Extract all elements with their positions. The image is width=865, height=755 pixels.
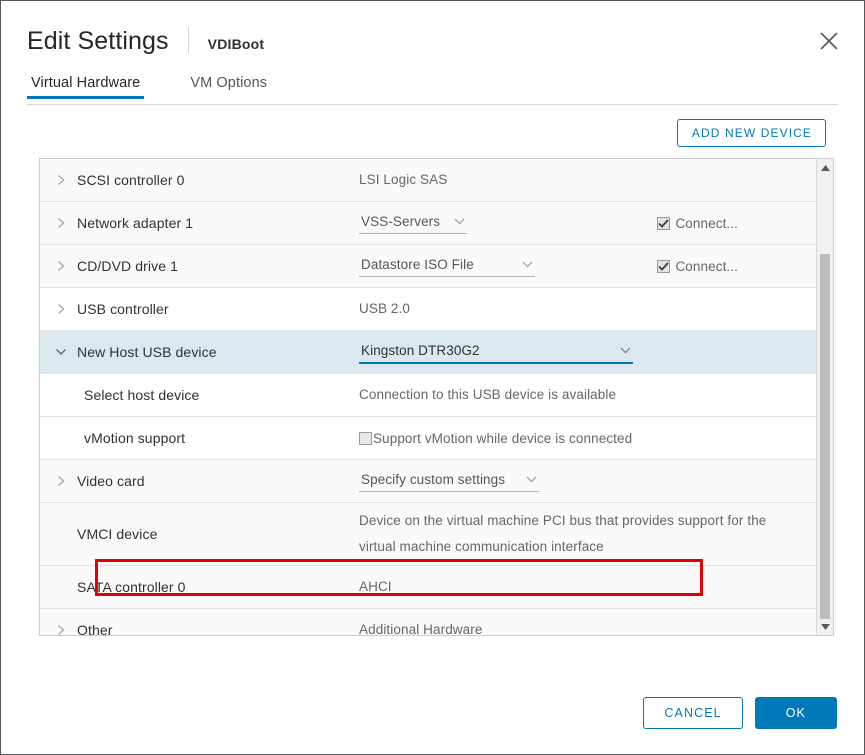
table-row[interactable]: CD/DVD drive 1 Datastore ISO File Connec… xyxy=(40,245,816,288)
page-title: Edit Settings xyxy=(27,27,169,56)
row-value-cell: Additional Hardware xyxy=(359,609,816,636)
device-value: LSI Logic SAS xyxy=(359,167,447,193)
row-value-cell: Datastore ISO File Connect... xyxy=(359,245,816,287)
row-label-cell: Other xyxy=(40,609,359,636)
vmotion-support-checkbox-label: Support vMotion while device is connecte… xyxy=(373,431,632,446)
scroll-down-icon[interactable] xyxy=(817,618,833,635)
device-label: VMCI device xyxy=(69,526,157,542)
host-device-status: Connection to this USB device is availab… xyxy=(359,382,616,408)
table-row[interactable]: USB controller USB 2.0 xyxy=(40,288,816,331)
row-label-cell: VMCI device xyxy=(40,503,359,565)
device-label: SCSI controller 0 xyxy=(69,172,185,188)
device-list: SCSI controller 0 LSI Logic SAS Network … xyxy=(39,158,834,636)
row-value-cell: AHCI xyxy=(359,566,816,608)
chevron-down-icon xyxy=(454,218,465,225)
vmci-description: Device on the virtual machine PCI bus th… xyxy=(359,508,789,560)
chevron-right-icon[interactable] xyxy=(53,260,69,272)
chevron-down-icon[interactable] xyxy=(53,348,69,356)
close-icon[interactable] xyxy=(816,28,842,54)
chevron-down-icon xyxy=(522,261,533,268)
host-usb-device-select-value: Kingston DTR30G2 xyxy=(361,343,480,358)
table-row: SATA controller 0 AHCI xyxy=(40,566,816,609)
network-adapter-select[interactable]: VSS-Servers xyxy=(359,212,467,234)
tab-vm-options[interactable]: VM Options xyxy=(186,75,271,99)
video-card-select-value: Specify custom settings xyxy=(361,472,505,487)
device-label: USB controller xyxy=(69,301,169,317)
chevron-right-icon[interactable] xyxy=(53,475,69,487)
connect-checkbox-cell: Connect... xyxy=(657,216,806,231)
row-label-cell: Video card xyxy=(40,460,359,502)
host-usb-device-select[interactable]: Kingston DTR30G2 xyxy=(359,341,633,364)
row-value-cell: Kingston DTR30G2 xyxy=(359,331,816,373)
chevron-right-icon[interactable] xyxy=(53,174,69,186)
table-row[interactable]: Network adapter 1 VSS-Servers Connect... xyxy=(40,202,816,245)
row-label-cell: Select host device xyxy=(40,374,359,416)
row-value-cell: USB 2.0 xyxy=(359,288,816,330)
vm-name: VDIBoot xyxy=(208,36,265,52)
add-new-device-button[interactable]: ADD NEW DEVICE xyxy=(677,119,826,147)
row-label-cell: SATA controller 0 xyxy=(40,566,359,608)
table-row-new-host-usb-device[interactable]: New Host USB device Kingston DTR30G2 xyxy=(40,331,816,374)
cancel-button[interactable]: CANCEL xyxy=(643,697,742,730)
device-label: Video card xyxy=(69,473,145,489)
connect-checkbox[interactable] xyxy=(657,217,670,230)
row-value-cell: Support vMotion while device is connecte… xyxy=(359,417,816,459)
table-row[interactable]: SCSI controller 0 LSI Logic SAS xyxy=(40,159,816,202)
row-value-cell: Connection to this USB device is availab… xyxy=(359,374,816,416)
tab-bar: Virtual Hardware VM Options xyxy=(27,75,838,105)
device-label: Other xyxy=(69,622,113,636)
connect-checkbox-cell: Connect... xyxy=(657,259,806,274)
toolbar: ADD NEW DEVICE xyxy=(1,105,864,158)
device-value: AHCI xyxy=(359,574,392,600)
video-card-select[interactable]: Specify custom settings xyxy=(359,470,539,492)
cddvd-source-select-value: Datastore ISO File xyxy=(361,257,474,272)
row-label-cell: vMotion support xyxy=(40,417,359,459)
table-row[interactable]: Other Additional Hardware xyxy=(40,609,816,636)
device-label: CD/DVD drive 1 xyxy=(69,258,178,274)
dialog-footer: CANCEL OK xyxy=(1,636,864,754)
vmotion-checkbox-cell: Support vMotion while device is connecte… xyxy=(359,431,632,446)
chevron-right-icon[interactable] xyxy=(53,303,69,315)
ok-button[interactable]: OK xyxy=(755,697,837,730)
row-label-cell: CD/DVD drive 1 xyxy=(40,245,359,287)
row-value-cell: LSI Logic SAS xyxy=(359,159,816,201)
device-list-rows: SCSI controller 0 LSI Logic SAS Network … xyxy=(40,158,816,635)
connect-checkbox-label: Connect... xyxy=(675,216,738,231)
cddvd-source-select[interactable]: Datastore ISO File xyxy=(359,255,535,277)
chevron-down-icon xyxy=(526,476,537,483)
table-row-vmotion-support: vMotion support Support vMotion while de… xyxy=(40,417,816,460)
row-label-cell: New Host USB device xyxy=(40,331,359,373)
chevron-right-icon[interactable] xyxy=(53,624,69,636)
row-value-cell: VSS-Servers Connect... xyxy=(359,202,816,244)
connect-checkbox-label: Connect... xyxy=(675,259,738,274)
dialog-header: Edit Settings VDIBoot Virtual Hardware V… xyxy=(1,1,864,105)
table-row[interactable]: Video card Specify custom settings xyxy=(40,460,816,503)
chevron-down-icon xyxy=(620,347,631,354)
connect-checkbox[interactable] xyxy=(657,260,670,273)
vmotion-support-checkbox[interactable] xyxy=(359,432,372,445)
table-row: VMCI device Device on the virtual machin… xyxy=(40,503,816,566)
chevron-right-icon[interactable] xyxy=(53,217,69,229)
device-value: USB 2.0 xyxy=(359,296,410,322)
row-label-cell: SCSI controller 0 xyxy=(40,159,359,201)
scroll-up-icon[interactable] xyxy=(817,159,833,176)
tab-virtual-hardware[interactable]: Virtual Hardware xyxy=(27,75,144,99)
row-label-cell: USB controller xyxy=(40,288,359,330)
table-row-select-host-device: Select host device Connection to this US… xyxy=(40,374,816,417)
sub-row-label: Select host device xyxy=(69,387,199,403)
row-value-cell: Device on the virtual machine PCI bus th… xyxy=(359,503,816,565)
device-label: SATA controller 0 xyxy=(69,579,186,595)
sub-row-label: vMotion support xyxy=(69,430,185,446)
device-label: New Host USB device xyxy=(69,344,217,360)
device-label: Network adapter 1 xyxy=(69,215,193,231)
row-value-cell: Specify custom settings xyxy=(359,460,816,502)
device-value: Additional Hardware xyxy=(359,617,482,636)
title-separator xyxy=(188,27,189,53)
vertical-scrollbar[interactable] xyxy=(816,159,833,635)
row-label-cell: Network adapter 1 xyxy=(40,202,359,244)
edit-settings-dialog: Edit Settings VDIBoot Virtual Hardware V… xyxy=(0,0,865,755)
title-row: Edit Settings VDIBoot xyxy=(27,23,838,65)
network-adapter-select-value: VSS-Servers xyxy=(361,214,440,229)
scrollbar-thumb[interactable] xyxy=(820,254,830,619)
